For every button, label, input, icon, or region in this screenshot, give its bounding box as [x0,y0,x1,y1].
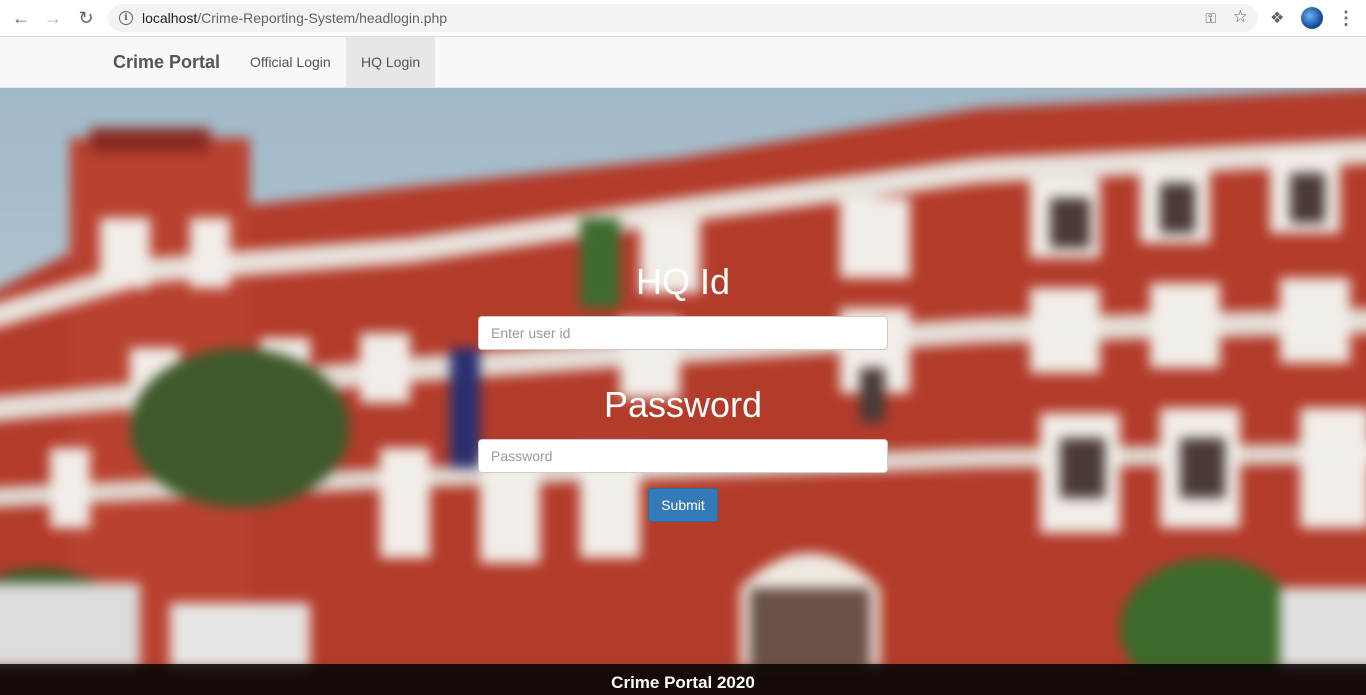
back-arrow-icon[interactable]: ← [9,6,33,30]
footer-bar: Crime Portal 2020 [0,664,1366,695]
address-bar[interactable]: i localhost/Crime-Reporting-System/headl… [108,4,1258,32]
password-label: Password [603,384,763,425]
site-navbar: Crime Portal Official Login HQ Login [0,37,1366,88]
nav-official-login[interactable]: Official Login [235,37,346,87]
password-input[interactable] [478,439,888,473]
url-text[interactable]: localhost/Crime-Reporting-System/headlog… [142,10,447,26]
brand-link[interactable]: Crime Portal [113,52,220,73]
more-menu-icon[interactable]: ⋮ [1337,7,1355,29]
hero-section: HQ Id Password Submit Crime Portal 2020 [0,88,1366,695]
nav-hq-login[interactable]: HQ Login [346,37,436,87]
reload-icon[interactable]: ↻ [74,6,98,30]
extensions-icon[interactable]: ❖ [1270,8,1284,28]
profile-avatar[interactable] [1301,7,1323,29]
star-icon[interactable]: ☆ [1233,7,1248,27]
submit-button[interactable]: Submit [648,488,718,522]
url-path: /Crime-Reporting-System/headlogin.php [197,10,448,26]
key-icon[interactable]: ⚿ [1205,10,1216,27]
hq-id-label: HQ Id [635,261,731,302]
info-icon[interactable]: i [119,11,133,25]
user-id-input[interactable] [478,316,888,350]
url-host: localhost [142,10,198,26]
browser-toolbar: ← → ↻ i localhost/Crime-Reporting-System… [0,0,1366,37]
forward-arrow-icon[interactable]: → [41,6,65,30]
footer-text: Crime Portal 2020 [611,673,755,692]
